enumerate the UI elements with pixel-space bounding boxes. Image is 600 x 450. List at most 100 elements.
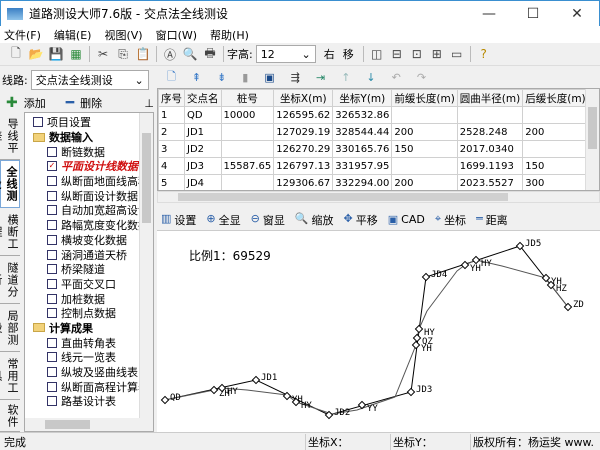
close-button[interactable]: ✕ [555,6,599,22]
move-up-icon[interactable]: ↑ [341,71,350,84]
align-right-button[interactable]: 右 [324,46,335,62]
vertical-tab-5[interactable]: 常用工具 [0,352,20,400]
calculator-icon[interactable]: ▣ [264,71,274,84]
tree-item[interactable]: 纵断面设计数据 [25,188,139,203]
print-preview-icon[interactable]: 🔍 [180,45,200,63]
tree-item[interactable]: 桥梁隧道 [25,262,139,277]
delete-row-icon[interactable]: ▮ [242,71,248,84]
table-cell[interactable]: 332294.00 [332,174,393,190]
column-header[interactable]: 序号 [158,89,185,107]
paste-icon[interactable]: 📋 [133,45,153,63]
checkbox[interactable] [47,396,57,407]
checkbox[interactable] [47,278,57,289]
table-cell[interactable]: 127029.19 [273,123,334,141]
table-horizontal-scrollbar[interactable] [157,191,600,203]
tree-item[interactable]: 数据输入 [25,130,139,145]
vertical-tab-4[interactable]: 局部测设 [0,304,20,352]
menu-file[interactable]: 文件(F) [4,27,41,43]
copy-icon[interactable]: ⎘ [113,45,133,63]
checkbox[interactable] [47,308,57,319]
help-icon[interactable]: ? [474,45,494,63]
checkbox[interactable] [47,176,57,187]
tree-item[interactable]: 路基设计表 [25,394,139,409]
column-header[interactable]: 圆曲半径(m) [456,89,524,107]
checkbox[interactable] [47,146,57,157]
maximize-button[interactable]: ☐ [511,6,555,22]
vertical-tab-0[interactable]: 导线平差 [0,112,20,160]
layout-collapse-icon[interactable]: ⊟ [387,45,407,63]
table-cell[interactable]: 150 [391,140,458,158]
add-icon[interactable]: ✚ [6,95,18,111]
font-height-select[interactable]: 12 ⌄ [255,45,316,63]
vertical-tab-1[interactable]: 全线测设 [0,160,20,208]
text-icon[interactable]: Ⓐ [160,45,180,63]
table-cell[interactable] [220,140,275,158]
print-icon[interactable]: 🖶 [200,45,220,63]
draw-tool-cad[interactable]: ▣ CAD [388,213,425,226]
table-vertical-scrollbar[interactable] [585,89,599,190]
table-cell[interactable] [522,106,589,124]
menu-view[interactable]: 视图(V) [104,27,142,43]
table-cell[interactable]: JD1 [184,123,222,141]
checkbox[interactable]: ✓ [47,161,57,172]
menu-edit[interactable]: 编辑(E) [54,27,92,43]
minimize-button[interactable]: — [467,6,511,22]
new-row-icon[interactable]: 🗋 [167,68,176,87]
tree-item[interactable]: 纵断面高程计算表 [25,379,149,394]
table-cell[interactable]: 15587.65 [220,157,275,175]
move-button[interactable]: 移 [343,46,354,62]
remove-icon[interactable]: ━ [66,95,74,111]
table-cell[interactable]: 2 [158,123,185,141]
table-row[interactable]: 5 JD4 129306.67 332294.00 200 2023.5527 300 [158,174,599,190]
table-cell[interactable]: 200 [522,123,589,141]
move-down-icon[interactable]: ↓ [366,71,375,84]
draw-tool-window-zoom[interactable]: ⊖ 窗显 [251,212,285,228]
table-cell[interactable] [456,106,524,124]
tree-item[interactable]: 控制点数据 [25,306,139,321]
checkbox[interactable] [47,352,57,363]
tree-item[interactable]: 路幅宽度变化数据 [25,218,149,233]
import-icon[interactable]: ⇶ [291,71,300,84]
delete-button[interactable]: 删除 [80,95,144,111]
open-folder-icon[interactable]: 📂 [26,45,46,63]
draw-tool-zoom[interactable]: 🔍 缩放 [295,212,334,228]
table-cell[interactable]: 3 [158,140,185,158]
layout-left-icon[interactable]: ◫ [367,45,387,63]
layout-top-icon[interactable]: ⊞ [427,45,447,63]
layout-bottom-icon[interactable]: ⊡ [407,45,427,63]
tree-item[interactable]: 项目设置 [25,115,139,130]
table-cell[interactable] [522,140,589,158]
table-cell[interactable]: QD [184,106,222,124]
insert-row-below-icon[interactable]: ⇟ [217,71,226,84]
tree-item[interactable]: 自动加宽超高设计 [25,203,149,218]
table-cell[interactable] [391,106,458,124]
tree-item[interactable]: 加桩数据 [25,291,139,306]
table-cell[interactable]: 1699.1193 [456,157,524,175]
table-cell[interactable]: JD4 [184,174,222,190]
checkbox[interactable] [47,249,57,260]
checkbox[interactable] [33,117,43,128]
route-select[interactable]: 交点法全线测设 ⌄ [30,70,149,90]
checkbox[interactable] [47,190,57,201]
table-cell[interactable]: 1 [158,106,185,124]
checkbox[interactable] [47,220,57,231]
draw-tool-distance[interactable]: ═ 距离 [476,212,508,228]
table-cell[interactable]: 150 [522,157,589,175]
table-cell[interactable]: 2528.248 [456,123,524,141]
vertical-tab-6[interactable]: 软件 [0,400,20,432]
column-header[interactable]: 坐标Y(m) [332,89,393,107]
vertical-tab-3[interactable]: 隧道分析 [0,256,20,304]
table-row[interactable]: 3 JD2 126270.29 330165.76 150 2017.0340 [158,140,599,158]
column-header[interactable]: 坐标X(m) [273,89,334,107]
layout-split-icon[interactable]: ▭ [447,45,467,63]
table-cell[interactable]: 126797.13 [273,157,334,175]
checkbox[interactable] [47,381,57,392]
table-cell[interactable]: 2017.0340 [456,140,524,158]
table-cell[interactable]: 126595.62 [273,106,334,124]
column-header[interactable]: 后缓长度(m) [522,89,589,107]
checkbox[interactable] [47,234,57,245]
vertical-tab-2[interactable]: 横断工程 [0,208,20,256]
table-cell[interactable]: 328544.44 [332,123,393,141]
draw-tool-coordinate[interactable]: ⌖ 坐标 [435,212,466,228]
table-cell[interactable]: JD3 [184,157,222,175]
